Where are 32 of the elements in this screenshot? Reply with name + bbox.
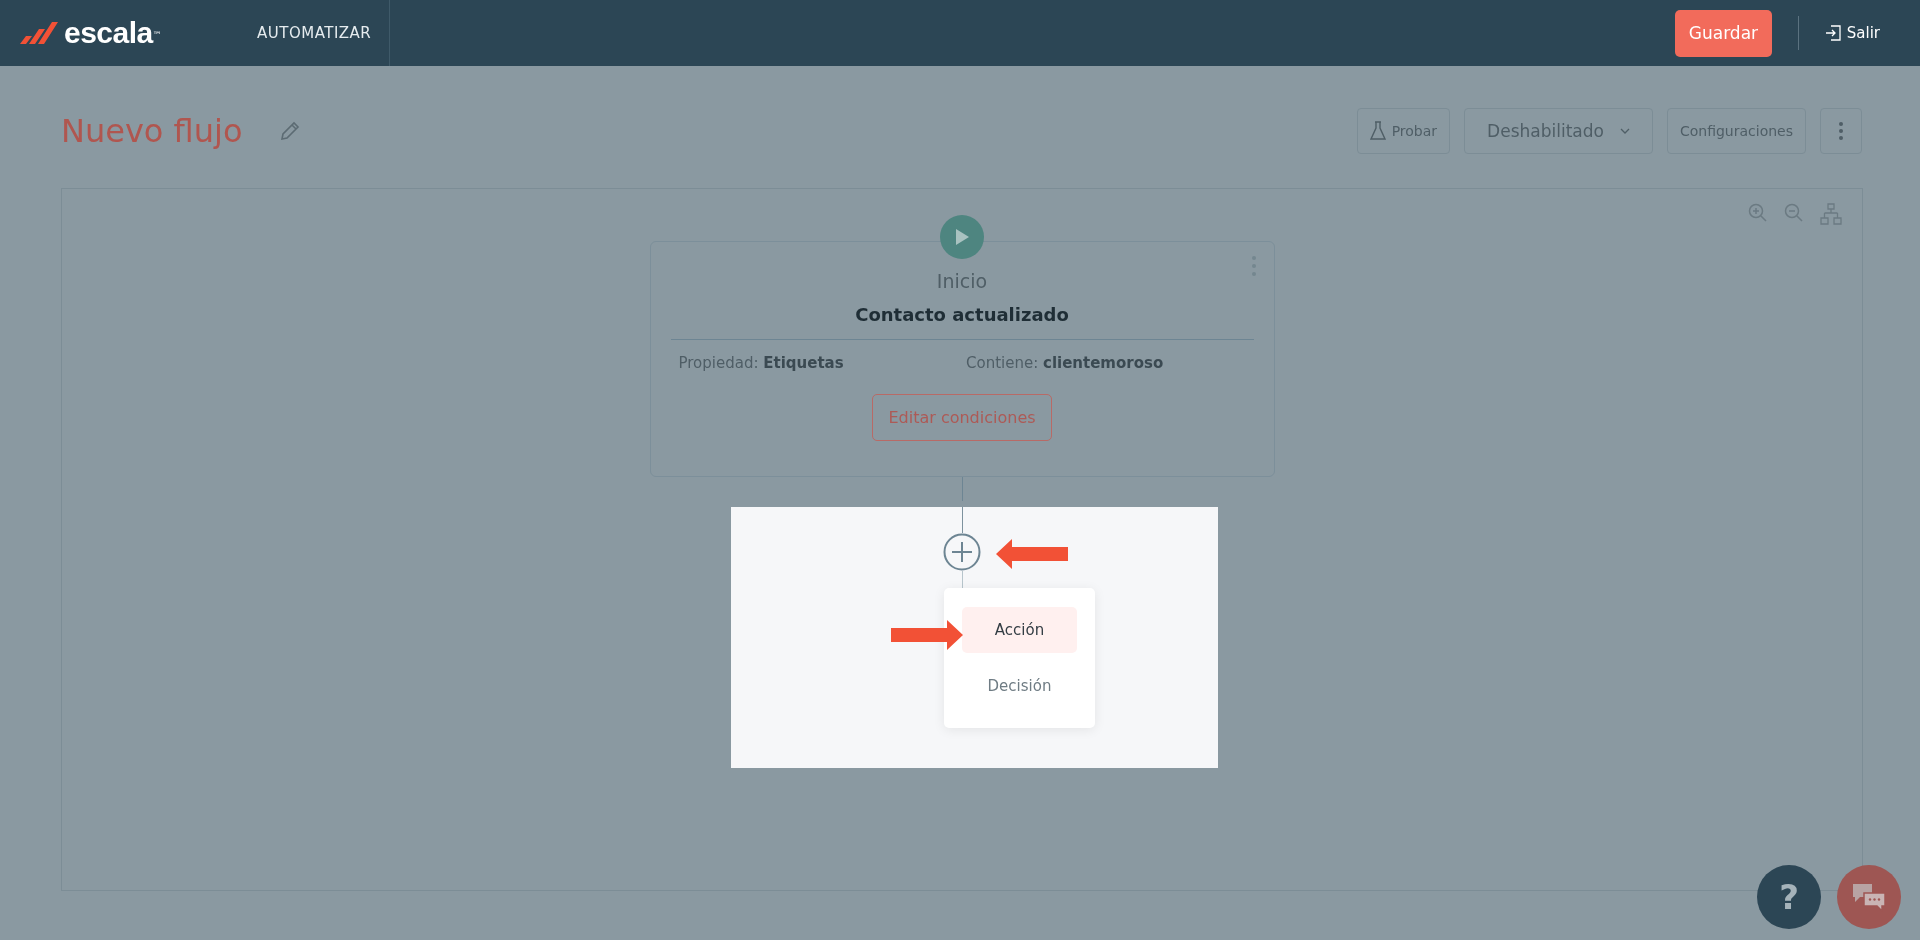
nav-link[interactable]: AUTOMATIZAR: [257, 24, 390, 42]
menu-item[interactable]: Decisión: [962, 663, 1077, 709]
save-button[interactable]: Guardar: [1674, 9, 1772, 57]
play-icon: [940, 215, 984, 259]
toolbar-button[interactable]: Probar: [1356, 107, 1451, 154]
toolbar-button[interactable]: Configuraciones: [1666, 107, 1806, 154]
status-dropdown[interactable]: Deshabilitado: [1464, 107, 1653, 154]
flow-title: Nuevo flujo: [61, 111, 243, 150]
menu-item[interactable]: Acción: [962, 607, 1077, 653]
zoom-in-icon[interactable]: [1748, 203, 1768, 223]
arrow-icon: [891, 620, 963, 650]
help-button[interactable]: ?: [1757, 865, 1821, 929]
condition-text: Propiedad: Etiquetas: [678, 354, 845, 372]
node-title: Contacto actualizado: [855, 304, 1069, 325]
pencil-icon[interactable]: [278, 119, 301, 142]
more-button[interactable]: [1820, 107, 1862, 154]
flask-icon: [1369, 120, 1386, 141]
more-icon: [1839, 121, 1843, 140]
logo-text: escala: [64, 16, 153, 50]
exit-link[interactable]: Salir: [1824, 24, 1880, 42]
caret-icon: [1619, 127, 1630, 134]
exit-icon: [1824, 25, 1841, 41]
logo-icon: [20, 22, 58, 44]
chat-icon: [1852, 882, 1886, 912]
trademark-mark: ™: [152, 30, 162, 40]
arrow-icon: [996, 539, 1068, 569]
add-step-icon[interactable]: [943, 533, 981, 571]
condition-text: Contiene: clientemoroso: [966, 354, 1165, 372]
node-label: Inicio: [936, 270, 988, 292]
zoom-out-icon[interactable]: [1784, 203, 1804, 223]
start-node-card[interactable]: Inicio Contacto actualizado Propiedad: Etiquetas Contiene: clientemoroso Editar condiciones: [649, 241, 1275, 477]
hierarchy-icon[interactable]: [1820, 203, 1842, 225]
